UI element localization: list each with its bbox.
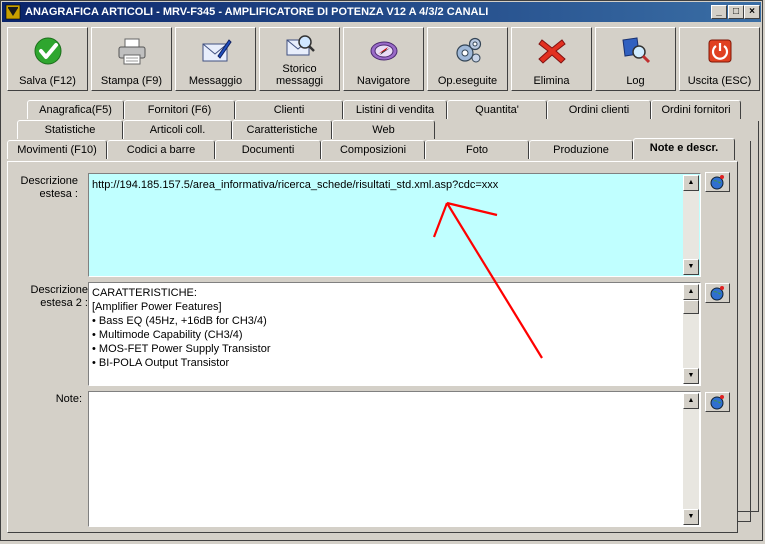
save-button-label: Salva (F12) <box>19 75 76 87</box>
tab-composizioni[interactable]: Composizioni <box>321 140 425 159</box>
log-search-icon <box>622 37 651 64</box>
tab-row-1: Anagrafica(F5) Fornitori (F6) Clienti Li… <box>27 100 757 119</box>
tab-statistiche[interactable]: Statistiche <box>17 120 123 139</box>
descrizione-estesa-2-scrollbar[interactable]: ▲ ▼ <box>683 284 699 384</box>
save-button[interactable]: Salva (F12) <box>7 27 88 91</box>
message-button[interactable]: Messaggio <box>175 27 256 91</box>
tab-fornitori[interactable]: Fornitori (F6) <box>124 100 235 119</box>
log-button[interactable]: Log <box>595 27 676 91</box>
app-icon <box>5 4 21 20</box>
delete-button-label: Elimina <box>533 75 570 87</box>
descrizione-estesa-2-line: [Amplifier Power Features] <box>92 301 222 313</box>
globe-icon <box>710 286 724 301</box>
navigator-button-label: Navigatore <box>356 75 411 87</box>
descrizione-estesa-2-line: CARATTERISTICHE: <box>92 287 197 299</box>
toolbar: Salva (F12) Stampa (F9) Messaggio Storic… <box>7 27 760 93</box>
operations-done-button-label: Op.eseguite <box>437 75 498 87</box>
tab-row-2: Statistiche Articoli coll. Caratteristic… <box>17 120 737 139</box>
gears-icon <box>456 37 482 63</box>
descrizione-estesa-field[interactable]: http://194.185.157.5/area_informativa/ri… <box>88 173 701 277</box>
tab-movimenti[interactable]: Movimenti (F10) <box>7 140 107 159</box>
title-bar[interactable]: ANAGRAFICA ARTICOLI - MRV-F345 - AMPLIFI… <box>2 2 761 22</box>
message-history-button[interactable]: Storico messaggi <box>259 27 340 91</box>
check-icon <box>34 37 62 65</box>
scroll-up-arrow-icon[interactable]: ▲ <box>683 284 699 300</box>
globe-button-descrizione[interactable] <box>705 172 730 192</box>
tab-note-e-descr[interactable]: Note e descr. <box>633 138 735 160</box>
globe-icon <box>710 175 724 190</box>
tab-foto[interactable]: Foto <box>425 140 529 159</box>
compass-icon <box>370 41 398 61</box>
scroll-up-arrow-icon[interactable]: ▲ <box>683 393 699 409</box>
globe-icon <box>710 395 724 410</box>
maximize-button[interactable]: □ <box>728 5 744 19</box>
tab-clienti[interactable]: Clienti <box>235 100 343 119</box>
tab-panel-note: Descrizione estesa : http://194.185.157.… <box>7 161 738 533</box>
descrizione-estesa-2-line: • Multimode Capability (CH3/4) <box>92 329 243 341</box>
printer-icon <box>118 38 146 65</box>
envelope-search-icon <box>286 35 315 56</box>
tab-row-3: Movimenti (F10) Codici a barre Documenti… <box>7 138 738 160</box>
close-button[interactable]: × <box>744 5 760 19</box>
descrizione-estesa-label: Descrizione estesa : <box>20 175 78 200</box>
navigator-button[interactable]: Navigatore <box>343 27 424 91</box>
descrizione-estesa-scrollbar[interactable]: ▲ ▼ <box>683 175 699 275</box>
delete-button[interactable]: Elimina <box>511 27 592 91</box>
note-scrollbar[interactable]: ▲ ▼ <box>683 393 699 525</box>
tab-caratteristiche[interactable]: Caratteristiche <box>232 120 332 139</box>
scroll-down-arrow-icon[interactable]: ▼ <box>683 368 699 384</box>
main-window: ANAGRAFICA ARTICOLI - MRV-F345 - AMPLIFI… <box>0 0 763 541</box>
power-icon <box>708 39 732 63</box>
window-title: ANAGRAFICA ARTICOLI - MRV-F345 - AMPLIFI… <box>25 6 489 18</box>
tab-listini-di-vendita[interactable]: Listini di vendita <box>343 100 447 119</box>
scroll-up-arrow-icon[interactable]: ▲ <box>683 175 699 191</box>
globe-button-note[interactable] <box>705 392 730 412</box>
descrizione-estesa-2-line: • MOS-FET Power Supply Transistor <box>92 343 271 355</box>
operations-done-button[interactable]: Op.eseguite <box>427 27 508 91</box>
tab-produzione[interactable]: Produzione <box>529 140 633 159</box>
tab-ordini-clienti[interactable]: Ordini clienti <box>547 100 651 119</box>
tab-web[interactable]: Web <box>332 120 435 139</box>
tab-articoli-coll[interactable]: Articoli coll. <box>123 120 232 139</box>
scroll-down-arrow-icon[interactable]: ▼ <box>683 259 699 275</box>
log-button-label: Log <box>626 75 645 87</box>
tab-anagrafica[interactable]: Anagrafica(F5) <box>27 100 124 119</box>
globe-button-descrizione-2[interactable] <box>705 283 730 303</box>
print-button-label: Stampa (F9) <box>100 75 163 87</box>
message-history-button-label: Storico messaggi <box>275 63 324 87</box>
descrizione-estesa-value: http://194.185.157.5/area_informativa/ri… <box>92 179 499 191</box>
scroll-down-arrow-icon[interactable]: ▼ <box>683 509 699 525</box>
descrizione-estesa-2-label: Descrizione estesa 2 : <box>30 284 88 309</box>
exit-button-label: Uscita (ESC) <box>687 75 752 87</box>
minimize-button[interactable]: _ <box>711 5 727 19</box>
exit-button[interactable]: Uscita (ESC) <box>679 27 760 91</box>
tab-codici-a-barre[interactable]: Codici a barre <box>107 140 215 159</box>
note-field[interactable]: ▲ ▼ <box>88 391 701 527</box>
descrizione-estesa-2-line: • Bass EQ (45Hz, +16dB for CH3/4) <box>92 315 267 327</box>
descrizione-estesa-2-field[interactable]: CARATTERISTICHE: [Amplifier Power Featur… <box>88 282 701 386</box>
note-label: Note: <box>55 393 82 405</box>
tab-documenti[interactable]: Documenti <box>215 140 321 159</box>
envelope-pen-icon <box>202 39 232 62</box>
print-button[interactable]: Stampa (F9) <box>91 27 172 91</box>
tab-quantita[interactable]: Quantita' <box>447 100 547 119</box>
scroll-thumb[interactable] <box>683 300 699 314</box>
tab-ordini-fornitori[interactable]: Ordini fornitori <box>651 100 741 119</box>
delete-x-icon <box>538 39 566 64</box>
descrizione-estesa-2-line: • BI-POLA Output Transistor <box>92 357 230 369</box>
message-button-label: Messaggio <box>188 75 243 87</box>
